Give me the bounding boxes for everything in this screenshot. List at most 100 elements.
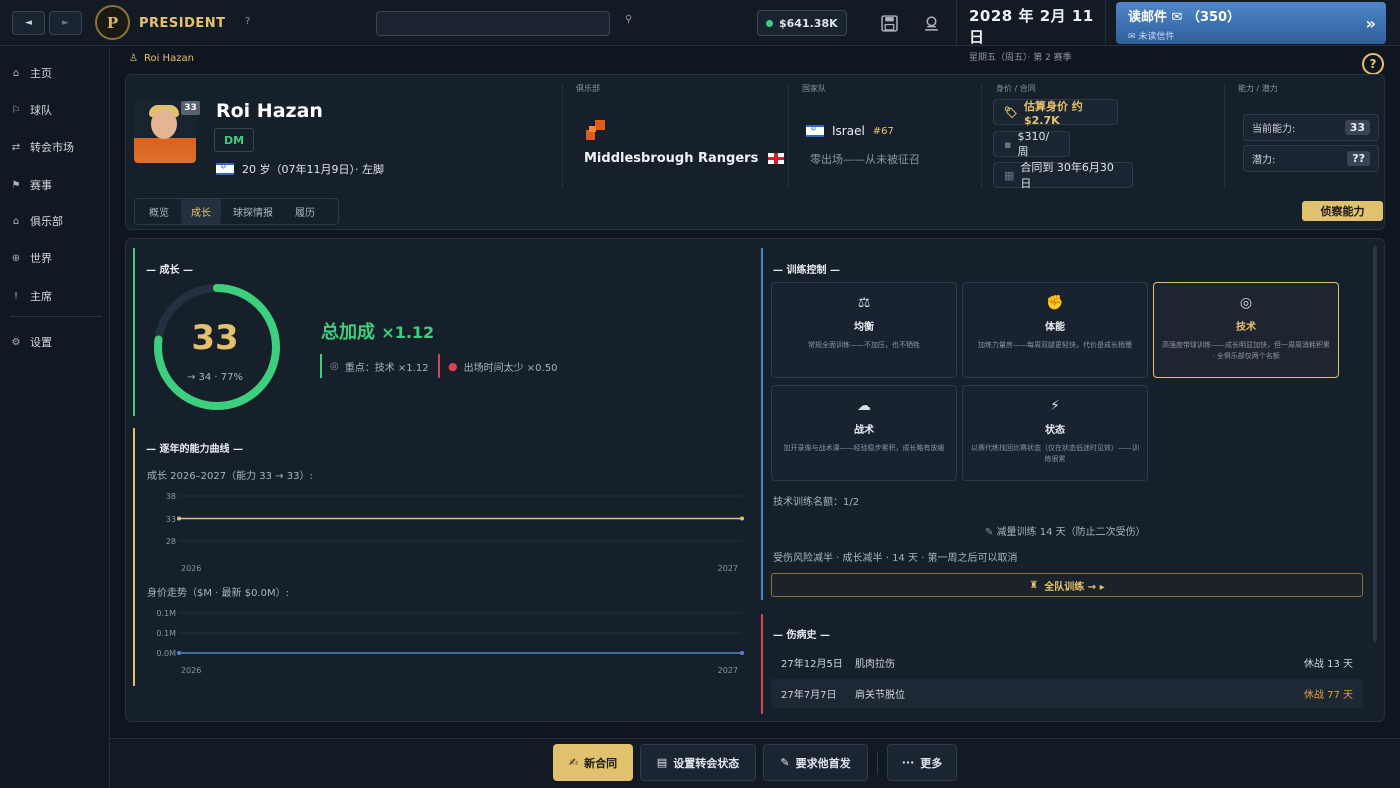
england-flag-icon (768, 153, 785, 164)
chevron-right-icon: » (1365, 14, 1376, 33)
value-chart-caption: 身价走势（$M · 最新 $0.0M）: (147, 588, 289, 599)
team-training-button[interactable]: ♜ 全队训练 → ▸ (771, 573, 1363, 597)
tab-scouting[interactable]: 球探情报 (223, 199, 283, 224)
forward-icon: ► (62, 18, 69, 28)
training-card-form[interactable]: ⚡ 状态 以赛代练找回比赛状态（仅在状态低迷时见效）——训练很累 (962, 385, 1148, 481)
more-button[interactable]: ··· 更多 (887, 744, 957, 781)
training-card-balanced[interactable]: ⚖ 均衡 常规全面训练——不加压，也不牺牲 (771, 282, 957, 378)
club-icon: ⌂ (12, 215, 20, 227)
position-badge: DM (214, 128, 254, 152)
globe-icon: ⊕ (11, 252, 21, 264)
scrollbar[interactable] (1373, 246, 1377, 642)
section-accent (133, 428, 135, 686)
gear-icon: ⚙ (11, 336, 21, 348)
potential-row: 潜力:?? (1243, 145, 1379, 172)
sidebar-item-settings[interactable]: ⚙ 设置 (10, 334, 52, 350)
y-tick-label: 0.0M (156, 649, 176, 658)
sidebar-item-team[interactable]: ⚐ 球队 (10, 102, 52, 118)
read-mail-button[interactable]: 读邮件 ✉ （350） ✉ 未读信件 » (1116, 2, 1386, 44)
club-crest-icon[interactable] (586, 120, 605, 142)
back-button[interactable]: ◄ (12, 11, 45, 35)
national-caps: 零出场——从未被征召 (810, 153, 920, 166)
sidebar-item-label: 主席 (30, 290, 52, 303)
search-input[interactable] (376, 11, 610, 36)
injury-date: 27年12月5日 (781, 659, 843, 670)
estimated-value: 估算身价 约$2.7K (1023, 99, 1083, 127)
card-title: 战术 (854, 425, 874, 436)
target-icon: ◎ (1239, 295, 1253, 311)
new-contract-button[interactable]: ✍ 新合同 (553, 744, 633, 781)
growth-title: — 成长 — (146, 265, 193, 276)
rehab-training-option[interactable]: ✎ 减量训练 14 天（防止二次受伤） (985, 523, 1146, 538)
brain-icon: ☁ (857, 398, 871, 414)
search-icon[interactable]: ⚲ (625, 14, 632, 25)
focus-factor: ◎ 重点：技术 ×1.12 (320, 354, 429, 378)
trophy-icon: ♜ (1029, 579, 1039, 591)
sidebar-item-world[interactable]: ⊕ 世界 (10, 250, 52, 266)
clipboard-icon: ▤ (656, 756, 668, 769)
table-row: 27年7月7日 肩关节脱位 休战 77 天 (771, 679, 1363, 708)
request-start-button[interactable]: ✎ 要求他首发 (763, 744, 868, 781)
table-row: 27年12月5日 肌肉拉伤 休战 13 天 (771, 648, 1363, 677)
sidebar-item-competitions[interactable]: ⚑ 赛事 (10, 177, 52, 193)
card-title: 技术 (1236, 322, 1256, 333)
y-tick-label: 38 (166, 492, 176, 501)
date-panel: 2028 年 2月 11 日 星期五（周五）· 第 2 赛季 (956, 0, 1106, 63)
playtime-text: 出场时间太少 ×0.50 (463, 362, 558, 374)
transfer-status-button[interactable]: ▤ 设置转会状态 (640, 744, 756, 781)
nation-name[interactable]: Israel (832, 124, 865, 138)
tab-growth[interactable]: 成长 (181, 199, 221, 224)
breadcrumb-player[interactable]: Roi Hazan (144, 53, 194, 64)
logo-badge[interactable]: P (95, 5, 130, 40)
current-ability-label: 当前能力: (1252, 124, 1296, 135)
club-name[interactable]: Middlesbrough Rangers (584, 151, 785, 166)
tab-history[interactable]: 履历 (285, 199, 325, 224)
date-subtitle: 星期五（周五）· 第 2 赛季 (969, 53, 1072, 63)
age-foot: 20 岁（07年11月9日）· 左脚 (242, 163, 384, 176)
contract-chip: ▦ 合同到 30年6月30日 (993, 161, 1133, 190)
rehab-description: 受伤风险减半 · 成长减半 · 14 天 · 第一周之后可以取消 (773, 553, 1018, 564)
section-accent (761, 248, 763, 600)
card-description: 加开录像与战术课——经验稳步累积，成长略有放缓 (783, 444, 945, 452)
tab-overview[interactable]: 概览 (139, 199, 179, 224)
contract-value: 合同到 30年6月30日 (1020, 161, 1114, 190)
scout-ability-button[interactable]: 侦察能力 (1302, 201, 1383, 221)
estimated-value-chip: 🏷 估算身价 约$2.7K (993, 99, 1118, 127)
ability-progress: → 34 · 77% (186, 372, 244, 383)
sidebar-item-transfer[interactable]: ⇄ 转会市场 (10, 139, 74, 155)
divider (981, 84, 982, 188)
target-icon: ◎ (330, 360, 339, 372)
sidebar-item-club[interactable]: ⌂ 俱乐部 (10, 213, 63, 229)
forward-button[interactable]: ► (49, 11, 82, 35)
training-card-fitness[interactable]: ✊ 体能 加练力量房——每周双腿更轻快，代价是成长稍慢 (962, 282, 1148, 378)
training-card-technical[interactable]: ◎ 技术 高强度带球训练——成长明显加快，但一周周消耗积累 · 全俱乐部仅两个名… (1153, 282, 1339, 378)
sidebar-item-chairman[interactable]: ! 主席 (10, 288, 52, 304)
total-bonus-label: 总加成 (321, 322, 382, 343)
team-training-label: 全队训练 → ▸ (1044, 581, 1105, 593)
status-dot-icon (766, 19, 773, 27)
player-info: 20 岁（07年11月9日）· 左脚 (216, 161, 384, 177)
data-point (177, 516, 181, 521)
curve-title: — 逐年的能力曲线 — (146, 444, 243, 455)
chairman-icon: ! (13, 290, 18, 302)
data-point (740, 516, 744, 521)
ability-value: 33 (191, 318, 239, 358)
top-bar: ◄ ► P PRESIDENT ? ⚲ $641.38K 2028 年 2月 1… (0, 0, 1400, 63)
help-icon[interactable]: ? (245, 16, 250, 27)
new-contract-label: 新合同 (584, 756, 618, 770)
sidebar-item-label: 主页 (30, 67, 52, 80)
exit-icon[interactable] (921, 13, 941, 33)
ability-chart-caption: 成长 2026–2027（能力 33 → 33）: (147, 471, 313, 482)
card-title: 状态 (1045, 425, 1065, 436)
home-icon: ⌂ (12, 67, 20, 79)
data-point (740, 651, 744, 655)
card-description: 以赛代练找回比赛状态（仅在状态低迷时见效）——训练很累 (971, 444, 1139, 463)
divider (877, 752, 878, 774)
value-chart: 0.1M 0.1M 0.0M 2026 2027 (156, 609, 744, 675)
training-card-tactical[interactable]: ☁ 战术 加开录像与战术课——经验稳步累积，成长略有放缓 (771, 385, 957, 481)
help-button[interactable]: ? (1362, 53, 1384, 75)
current-date: 2028 年 2月 11 日 (969, 7, 1094, 46)
national-team: Israel #67 (806, 124, 894, 138)
sidebar-item-home[interactable]: ⌂ 主页 (10, 65, 52, 81)
save-icon[interactable] (879, 13, 899, 33)
